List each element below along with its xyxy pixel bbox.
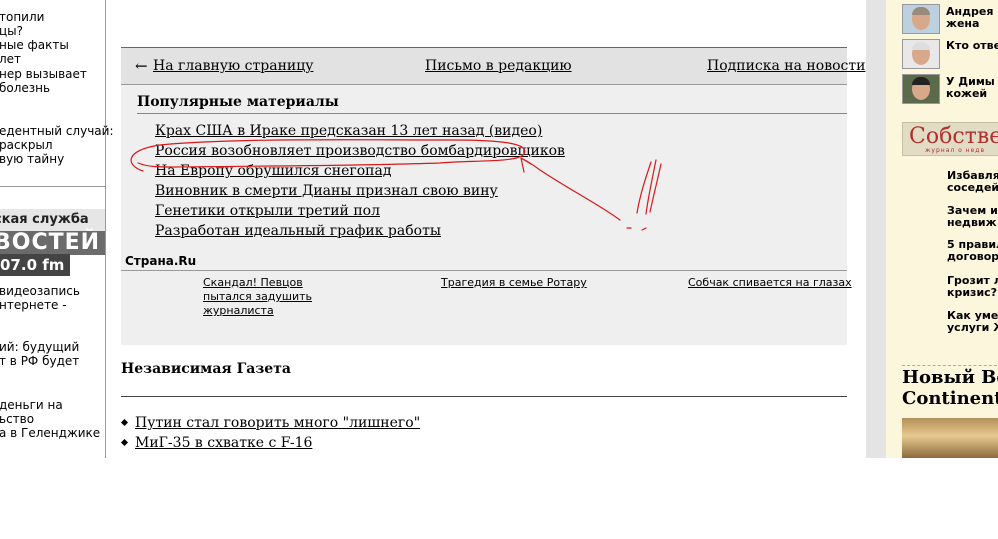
bullet-icon: [120, 438, 129, 447]
popular-link[interactable]: Генетики открыли третий пол: [155, 203, 380, 219]
left-news-line[interactable]: едентный случай:: [0, 124, 114, 138]
person-photo[interactable]: [902, 4, 940, 34]
ad-link[interactable]: договор: [947, 251, 998, 263]
popular-link[interactable]: На Европу обрушился снегопад: [155, 163, 391, 179]
left-news-line[interactable]: видеозапись: [0, 284, 80, 298]
person-link[interactable]: Кто отве: [946, 40, 998, 52]
magazine-title[interactable]: Новый Ве Continent: [902, 367, 998, 409]
list-item: Крах США в Ираке предсказан 13 лет назад…: [155, 122, 565, 142]
nav-bar: ← На главную страницу Письмо в редакцию …: [121, 48, 865, 85]
subscribe-link[interactable]: Подписка на новости: [707, 58, 865, 74]
divider: [902, 365, 998, 366]
ng-section-title: Независимая Газета: [121, 361, 291, 377]
popular-link[interactable]: Разработан идеальный график работы: [155, 223, 441, 239]
divider: [121, 270, 847, 271]
left-news-line[interactable]: нтернете -: [0, 298, 67, 312]
popular-materials-title: Популярные материалы: [137, 94, 339, 110]
strana-link[interactable]: Скандал! Певцов пытался задушить журнали…: [203, 276, 353, 318]
column-separator: [866, 0, 886, 458]
left-news-line[interactable]: раскрыл: [0, 138, 53, 152]
radio-banner-news: ВОСТЕЙ: [0, 230, 101, 255]
person-link[interactable]: кожей: [946, 88, 987, 100]
ad-link[interactable]: соседей: [947, 182, 998, 194]
left-news-line[interactable]: цы?: [0, 24, 23, 38]
letter-to-editor-link[interactable]: Письмо в редакцию: [425, 58, 572, 74]
left-news-box: топили цы? ные факты лет нер вызывает бо…: [0, 0, 114, 187]
right-sidebar: Андрея К жена Кто отве У Димы Б кожей Со…: [886, 0, 998, 458]
popular-link[interactable]: Россия возобновляет производство бомбард…: [155, 143, 565, 159]
radio-banner-frequency: 07.0 fm: [0, 254, 105, 277]
left-news-line[interactable]: лет: [0, 52, 21, 66]
left-news-line[interactable]: вую тайну: [0, 152, 64, 166]
list-item: Виновник в смерти Дианы признал свою вин…: [155, 182, 565, 202]
browser-viewport: топили цы? ные факты лет нер вызывает бо…: [0, 0, 998, 458]
ng-news-list: Путин стал говорить много "лишнего" МиГ-…: [120, 413, 420, 453]
divider: [137, 113, 847, 114]
radio-news-banner[interactable]: ская служба ВОСТЕЙ 07.0 fm: [0, 209, 105, 277]
strana-link[interactable]: Трагедия в семье Ротару: [441, 276, 587, 290]
radio-banner-title: ская служба: [0, 209, 105, 231]
list-item: Россия возобновляет производство бомбард…: [155, 142, 565, 162]
sobstvennik-logo[interactable]: Собствен журнал о недв: [902, 122, 998, 156]
back-arrow-icon: ←: [135, 57, 148, 75]
left-news-line[interactable]: ий: будущий: [0, 340, 79, 354]
ad-link[interactable]: услуги Ж: [947, 322, 998, 334]
popular-materials-block: ← На главную страницу Письмо в редакцию …: [121, 48, 865, 345]
home-link[interactable]: На главную страницу: [153, 58, 313, 74]
ng-link[interactable]: Путин стал говорить много "лишнего": [135, 415, 420, 431]
person-photo[interactable]: [902, 74, 940, 104]
person-link[interactable]: жена: [946, 18, 979, 30]
left-news-line[interactable]: ные факты: [0, 38, 69, 52]
divider: [121, 396, 847, 397]
bullet-icon: [120, 418, 129, 427]
magazine-cover-image[interactable]: [902, 418, 998, 458]
left-news-line[interactable]: деньги на: [0, 398, 63, 412]
ng-link[interactable]: МиГ-35 в схватке с F-16: [135, 435, 312, 451]
list-item: Разработан идеальный график работы: [155, 222, 565, 242]
left-news-line[interactable]: нер вызывает: [0, 67, 87, 81]
strana-ru-label[interactable]: Страна.Ru: [125, 254, 196, 268]
strana-link[interactable]: Собчак спивается на глазах: [688, 276, 852, 290]
left-news-line[interactable]: ьство: [0, 412, 34, 426]
left-news-column: топили цы? ные факты лет нер вызывает бо…: [0, 0, 114, 458]
ad-link[interactable]: кризис?: [947, 287, 997, 299]
popular-link[interactable]: Крах США в Ираке предсказан 13 лет назад…: [155, 123, 542, 139]
list-item: МиГ-35 в схватке с F-16: [120, 433, 420, 453]
popular-materials-list: Крах США в Ираке предсказан 13 лет назад…: [155, 122, 565, 242]
left-news-line[interactable]: топили: [0, 10, 44, 24]
left-news-line[interactable]: т в РФ будет: [0, 354, 79, 368]
list-item: Путин стал говорить много "лишнего": [120, 413, 420, 433]
left-news-line[interactable]: а в Геленджике: [0, 426, 100, 440]
person-photo[interactable]: [902, 39, 940, 69]
popular-link[interactable]: Виновник в смерти Дианы признал свою вин…: [155, 183, 498, 199]
ad-link[interactable]: недвиж: [947, 217, 997, 229]
left-news-line[interactable]: болезнь: [0, 81, 50, 95]
list-item: Генетики открыли третий пол: [155, 202, 565, 222]
list-item: На Европу обрушился снегопад: [155, 162, 565, 182]
